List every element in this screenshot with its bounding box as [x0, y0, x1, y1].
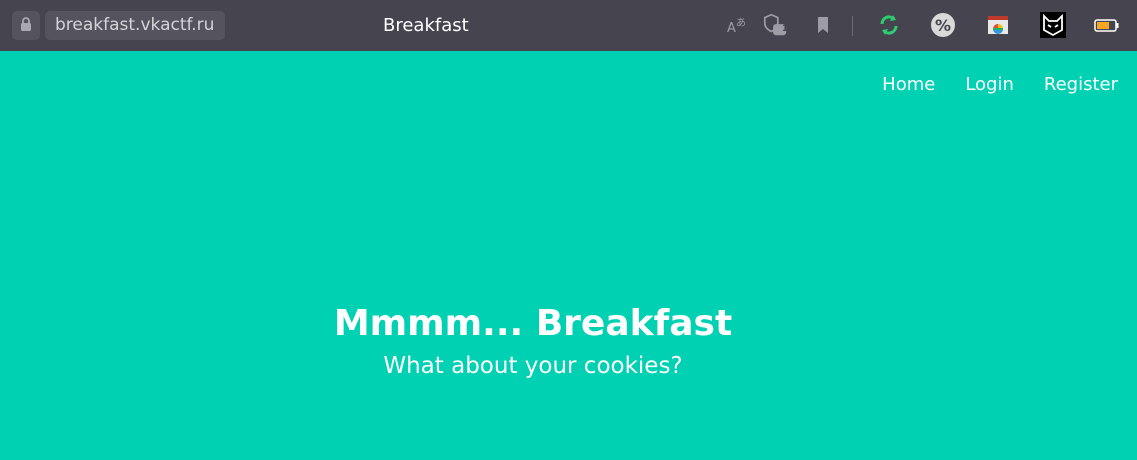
shield-icon[interactable]: 1: [762, 11, 788, 39]
battery-icon: [1094, 11, 1120, 39]
svg-text:%: %: [935, 16, 951, 35]
cat-mask-extension-icon[interactable]: [1040, 11, 1066, 39]
translate-icon[interactable]: A あ: [724, 11, 750, 39]
address-bar[interactable]: breakfast.vkactf.ru: [45, 11, 225, 40]
bookmark-icon[interactable]: [810, 11, 836, 39]
nav-login-link[interactable]: Login: [965, 74, 1014, 95]
refresh-extension-icon[interactable]: [876, 11, 902, 39]
browser-toolbar: breakfast.vkactf.ru Breakfast A あ 1 %: [0, 0, 1137, 51]
percent-extension-icon[interactable]: %: [930, 11, 956, 39]
hero-section: Mmmm... Breakfast What about your cookie…: [0, 300, 1066, 381]
screenshot-extension-icon[interactable]: [985, 11, 1011, 39]
site-info-button[interactable]: [12, 11, 40, 40]
hero-subtitle: What about your cookies?: [383, 353, 683, 379]
lock-icon: [19, 16, 33, 36]
nav-register-link[interactable]: Register: [1044, 74, 1118, 95]
hero-title: Mmmm... Breakfast: [333, 303, 733, 344]
svg-text:A: A: [727, 21, 736, 36]
toolbar-separator: [852, 16, 853, 36]
main-nav: Home Login Register: [882, 51, 1137, 117]
nav-home-link[interactable]: Home: [882, 74, 935, 95]
shield-badge-count: 1: [781, 24, 789, 34]
svg-text:あ: あ: [736, 17, 746, 29]
tab-title: Breakfast: [383, 15, 469, 36]
